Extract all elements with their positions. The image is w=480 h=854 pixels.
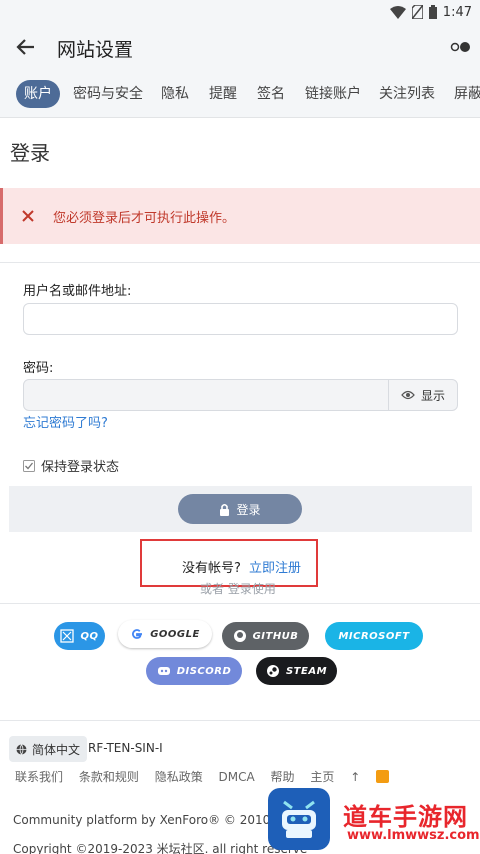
- language-label: 简体中文: [32, 742, 81, 757]
- checkbox-icon: [23, 459, 35, 472]
- password-label: 密码:: [23, 361, 54, 376]
- robot-car-icon: [282, 800, 316, 838]
- register-link[interactable]: 立即注册: [249, 557, 301, 576]
- copyright-xenforo: Community platform by XenForo® © 2010-20…: [13, 813, 306, 827]
- qq-label: QQ: [80, 630, 99, 642]
- forgot-password-link[interactable]: 忘记密码了吗?: [23, 412, 108, 431]
- rss-icon[interactable]: [376, 770, 390, 783]
- qq-login-button[interactable]: QQ: [54, 622, 105, 650]
- username-input[interactable]: [23, 303, 458, 335]
- clock: 1:47: [442, 4, 472, 20]
- footer-link-terms[interactable]: 条款和规则: [79, 770, 139, 784]
- tab-signature[interactable]: 签名: [257, 80, 285, 108]
- page-title: 登录: [10, 141, 50, 165]
- more-options-icon[interactable]: [450, 41, 472, 53]
- tab-alerts[interactable]: 提醒: [209, 80, 237, 108]
- google-login-button[interactable]: GOOGLE: [118, 620, 212, 648]
- discord-label: DISCORD: [176, 665, 232, 677]
- back-arrow-icon[interactable]: [14, 36, 36, 58]
- watermark-title: 道车手游网: [343, 803, 468, 831]
- remember-me-checkbox[interactable]: 保持登录状态: [23, 456, 119, 475]
- github-login-button[interactable]: GITHUB: [222, 622, 309, 650]
- footer-link-privacy[interactable]: 隐私政策: [155, 770, 203, 784]
- divider: [0, 262, 480, 263]
- tab-connected-accounts[interactable]: 链接账户: [305, 80, 361, 108]
- username-label: 用户名或邮件地址:: [23, 284, 132, 299]
- qq-icon: [60, 629, 75, 643]
- status-bar: 1:47: [0, 0, 480, 24]
- no-sim-icon: [411, 5, 423, 19]
- footer-link-dmca[interactable]: DMCA: [219, 770, 255, 784]
- discord-icon: [157, 667, 170, 675]
- google-label: GOOGLE: [150, 628, 200, 640]
- lock-icon: [220, 503, 230, 516]
- app-bar: 网站设置: [0, 24, 480, 70]
- footer-link-home[interactable]: 主页: [310, 770, 334, 784]
- login-button[interactable]: 登录: [178, 494, 302, 524]
- login-button-label: 登录: [236, 502, 261, 517]
- eye-icon: [401, 390, 415, 400]
- copyright-site: Copyright ©2019-2023 米坛社区. all right res…: [13, 842, 308, 854]
- tab-password-security[interactable]: 密码与安全: [73, 80, 143, 108]
- globe-icon: [16, 743, 27, 755]
- watermark-logo: [268, 788, 330, 850]
- footer-link-help[interactable]: 帮助: [271, 770, 295, 784]
- footer-links: 联系我们 条款和规则 隐私政策 DMCA 帮助 主页 ↑: [15, 768, 401, 785]
- language-chooser[interactable]: 简体中文: [9, 736, 88, 762]
- battery-icon: [428, 5, 437, 19]
- github-label: GITHUB: [252, 630, 299, 642]
- remember-me-label: 保持登录状态: [41, 460, 120, 475]
- error-banner: 您必须登录后才可执行此操作。: [0, 188, 480, 244]
- style-chooser[interactable]: RF-TEN-SIN-I: [88, 741, 163, 755]
- steam-login-button[interactable]: STEAM: [256, 657, 337, 685]
- tab-ignoring[interactable]: 屏蔽: [454, 80, 480, 108]
- microsoft-label: MICROSOFT: [338, 630, 410, 642]
- wifi-icon: [389, 5, 406, 19]
- scroll-top-arrow-icon[interactable]: ↑: [350, 770, 360, 784]
- microsoft-login-button[interactable]: MICROSOFT: [325, 622, 423, 650]
- tab-privacy[interactable]: 隐私: [161, 80, 189, 108]
- steam-label: STEAM: [285, 665, 328, 677]
- discord-login-button[interactable]: DISCORD: [146, 657, 242, 685]
- close-icon: [22, 210, 34, 222]
- steam-icon: [266, 665, 279, 677]
- password-input[interactable]: [23, 379, 389, 411]
- divider: [0, 603, 480, 604]
- alt-login-text: 或者 登录使用: [200, 582, 276, 596]
- tab-account[interactable]: 账户: [16, 80, 60, 108]
- page-header-title: 网站设置: [57, 39, 134, 61]
- show-password-label: 显示: [420, 388, 445, 403]
- footer-link-contact[interactable]: 联系我们: [15, 770, 63, 784]
- tab-following[interactable]: 关注列表: [379, 80, 435, 108]
- divider: [0, 720, 480, 721]
- google-icon: [132, 629, 143, 639]
- settings-tabs: 账户 密码与安全 隐私 提醒 签名 链接账户 关注列表 屏蔽: [0, 70, 480, 118]
- watermark-url: www.lmwwsz.com: [347, 828, 480, 843]
- show-password-button[interactable]: 显示: [388, 379, 458, 411]
- error-message: 您必须登录后才可执行此操作。: [53, 211, 236, 226]
- no-account-text: 没有帐号?: [182, 561, 241, 576]
- github-icon: [233, 630, 246, 642]
